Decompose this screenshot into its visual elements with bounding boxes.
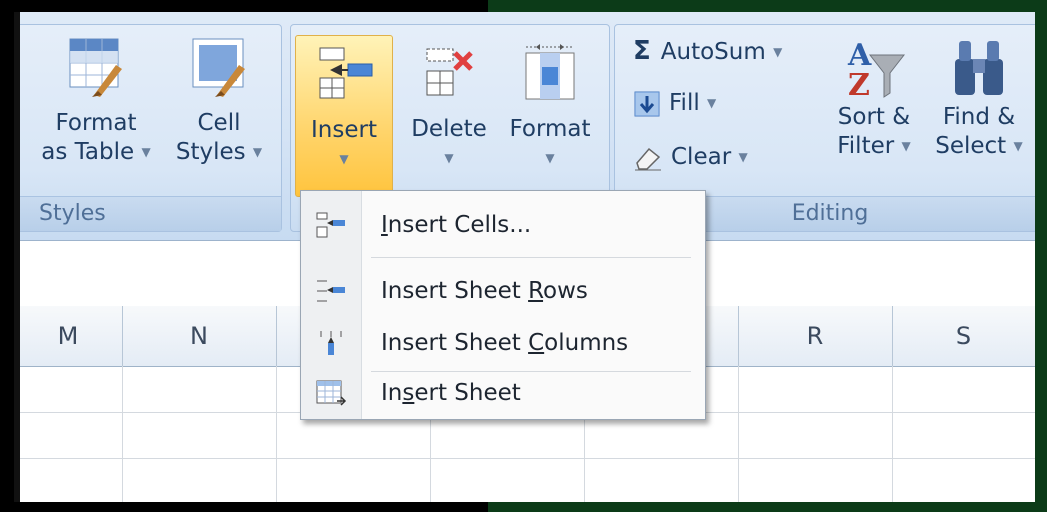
find-select-label: Find & Select ▼: [935, 104, 1023, 159]
row-divider: [14, 458, 1035, 459]
delete-cells-icon: [426, 48, 473, 96]
autosum-button[interactable]: Σ AutoSum ▼: [633, 37, 782, 67]
insert-dropdown-menu: Insert Cells... Insert Sheet Rows Insert…: [300, 190, 706, 420]
table-style-icon: [69, 38, 122, 97]
column-divider: [122, 366, 123, 502]
column-header-s[interactable]: S: [892, 306, 1035, 366]
format-as-table-label: Format as Table ▼: [41, 110, 151, 165]
find-select-button[interactable]: Find & Select ▼: [929, 33, 1029, 161]
sort-filter-button[interactable]: A Z Sort & Filter ▼: [827, 33, 921, 161]
menu-separator: [371, 257, 691, 258]
column-header-r[interactable]: R: [738, 306, 893, 366]
insert-cells-icon: [316, 212, 345, 238]
dropdown-arrow-icon: ▼: [707, 96, 717, 110]
dropdown-arrow-icon: ▼: [773, 45, 783, 59]
screenshot-frame: Format as Table ▼ Cell Styles ▼ Styles I…: [0, 0, 1047, 512]
sort-filter-icon: A Z: [847, 38, 906, 103]
dropdown-arrow-icon: ▼: [545, 151, 555, 165]
dropdown-arrow-icon: ▼: [252, 145, 263, 159]
frame-left-edge: [14, 12, 20, 502]
format-button[interactable]: Format ▼: [501, 35, 599, 173]
fill-down-icon: [634, 91, 660, 116]
menu-item-insert-sheet-columns[interactable]: Insert Sheet Columns: [301, 317, 705, 369]
binoculars-icon: [955, 41, 1003, 95]
menu-item-insert-sheet[interactable]: Insert Sheet: [301, 367, 705, 419]
dropdown-arrow-icon: ▼: [339, 152, 349, 166]
sort-filter-label: Sort & Filter ▼: [837, 104, 911, 159]
svg-text:Z: Z: [848, 68, 870, 103]
insert-sheet-icon: [316, 380, 347, 406]
menu-item-label: Insert Sheet Rows: [381, 278, 588, 304]
dropdown-arrow-icon: ▼: [141, 145, 151, 159]
column-divider: [276, 366, 277, 502]
fill-button[interactable]: Fill ▼: [633, 89, 716, 118]
dropdown-arrow-icon: ▼: [444, 151, 454, 165]
column-divider: [738, 366, 739, 502]
delete-button-label: Delete: [411, 116, 487, 142]
format-cells-icon: [525, 44, 575, 100]
insert-columns-icon: [320, 331, 342, 355]
cell-styles-icon: [192, 38, 245, 97]
format-as-table-button[interactable]: Format as Table ▼: [41, 35, 151, 167]
menu-item-label: Insert Sheet: [381, 380, 521, 406]
excel-window: Format as Table ▼ Cell Styles ▼ Styles I…: [14, 12, 1035, 502]
dropdown-arrow-icon: ▼: [901, 139, 911, 153]
cell-styles-button[interactable]: Cell Styles ▼: [169, 35, 269, 167]
column-header-n[interactable]: N: [122, 306, 277, 366]
menu-item-label: Insert Cells...: [381, 212, 532, 238]
eraser-icon: [635, 147, 661, 170]
column-header-m[interactable]: M: [14, 306, 123, 366]
menu-item-label: Insert Sheet Columns: [381, 330, 629, 356]
dropdown-arrow-icon: ▼: [1013, 139, 1023, 153]
insert-button[interactable]: Insert ▼: [295, 35, 393, 197]
dropdown-arrow-icon: ▼: [738, 150, 748, 164]
column-divider: [892, 366, 893, 502]
clear-button[interactable]: Clear ▼: [633, 143, 748, 172]
insert-rows-icon: [317, 280, 345, 302]
menu-item-insert-cells[interactable]: Insert Cells...: [301, 199, 705, 251]
delete-button[interactable]: Delete ▼: [403, 35, 495, 173]
insert-button-label: Insert: [311, 117, 377, 143]
menu-item-insert-sheet-rows[interactable]: Insert Sheet Rows: [301, 265, 705, 317]
insert-cells-icon: [319, 47, 373, 99]
cell-styles-label: Cell Styles ▼: [175, 110, 263, 165]
styles-group-label: Styles: [14, 196, 281, 231]
format-button-label: Format: [509, 116, 591, 142]
styles-group: Format as Table ▼ Cell Styles ▼ Styles: [14, 24, 282, 232]
sigma-icon: Σ: [633, 36, 651, 66]
